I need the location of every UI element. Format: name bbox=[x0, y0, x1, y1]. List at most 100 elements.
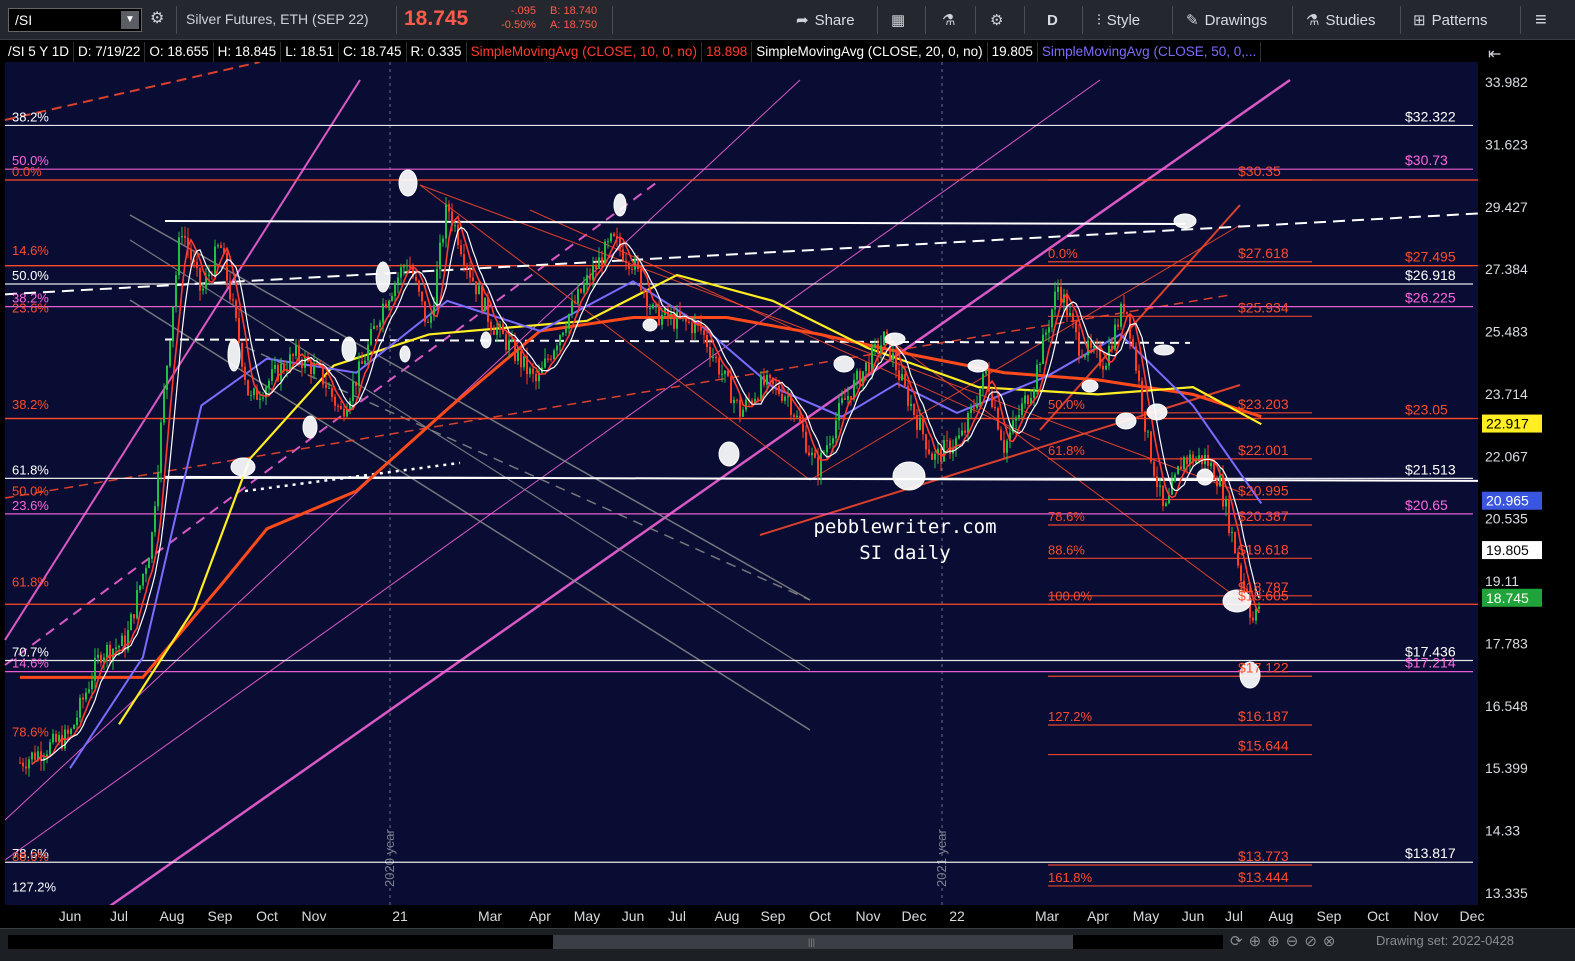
share-button[interactable]: ➦ Share bbox=[796, 9, 855, 31]
flask-button[interactable]: ⚗ bbox=[942, 9, 955, 31]
hamburger-icon: ≡ bbox=[1535, 8, 1547, 31]
ask-value: A: 18.750 bbox=[550, 19, 598, 31]
gear-icon: ⚙ bbox=[990, 12, 1004, 29]
zoom-reset-icon[interactable]: ⊗ bbox=[1323, 932, 1336, 950]
candle-body bbox=[67, 729, 69, 734]
candle-body bbox=[733, 399, 735, 404]
annotation-oval bbox=[341, 336, 357, 362]
candle-body bbox=[967, 412, 969, 433]
candle-body bbox=[1003, 440, 1005, 453]
period-button[interactable]: D bbox=[1047, 9, 1058, 31]
candle-body bbox=[421, 291, 423, 302]
symbol-settings-gear-icon[interactable]: ⚙ bbox=[150, 10, 168, 28]
symbol-input[interactable]: /SI ▼ bbox=[8, 8, 142, 32]
candle-body bbox=[115, 647, 117, 649]
candle-body bbox=[994, 406, 996, 409]
level-price-label: $25.934 bbox=[1238, 299, 1289, 315]
candle-body bbox=[1015, 417, 1017, 421]
candle-body bbox=[403, 266, 405, 268]
candle-body bbox=[487, 297, 489, 322]
level-price-label: $22.001 bbox=[1238, 442, 1289, 458]
x-tick-label: Dec bbox=[1460, 908, 1485, 924]
candle-body bbox=[1039, 364, 1041, 366]
zoom-in-icon[interactable]: ⊕ bbox=[1267, 932, 1280, 950]
candle-body bbox=[970, 407, 972, 413]
candle-body bbox=[835, 420, 837, 439]
settings-button[interactable]: ⚙ bbox=[990, 9, 1003, 31]
study-info-bar: /SI 5 Y 1D D: 7/19/22 O: 18.655 H: 18.84… bbox=[4, 42, 1262, 62]
scroll-track[interactable]: ||| bbox=[8, 935, 1223, 949]
x-tick-label: 22 bbox=[949, 908, 965, 924]
drawings-label: Drawings bbox=[1204, 11, 1268, 29]
studies-flask-icon: ⚗ bbox=[1306, 12, 1320, 29]
pan-icon[interactable]: ⟳ bbox=[1230, 932, 1243, 950]
candle-body bbox=[208, 274, 210, 277]
candle-body bbox=[724, 370, 726, 375]
candle-body bbox=[1072, 313, 1074, 322]
price-chart[interactable]: 2020 year 2021 year pebblewriter.com SI dai… bbox=[0, 40, 1575, 928]
candle-body bbox=[139, 585, 141, 591]
x-tick-label: Jun bbox=[622, 908, 645, 924]
candle-body bbox=[550, 358, 552, 360]
patterns-button[interactable]: ⊞ Patterns bbox=[1413, 9, 1487, 31]
candle-body bbox=[1042, 334, 1044, 365]
sma50-label[interactable]: SimpleMovingAvg (CLOSE, 50, 0,... bbox=[1037, 42, 1262, 62]
candle-body bbox=[136, 590, 138, 619]
candle-body bbox=[394, 283, 396, 296]
candle-body bbox=[163, 389, 165, 423]
instrument-description: Silver Futures, ETH (SEP 22) bbox=[186, 11, 369, 27]
level-price-label: $13.444 bbox=[1238, 869, 1289, 885]
fib-extension-label: 61.8% bbox=[1048, 443, 1085, 458]
top-toolbar: /SI ▼ ⚙ Silver Futures, ETH (SEP 22) 18.… bbox=[0, 0, 1575, 40]
candle-body bbox=[793, 414, 795, 417]
grid-layout-button[interactable]: ▦ bbox=[891, 9, 905, 31]
scroll-thumb[interactable]: ||| bbox=[553, 935, 1073, 949]
fib-percent-label: 50.0% bbox=[12, 483, 49, 498]
level-price-label: $23.05 bbox=[1405, 402, 1448, 418]
drawing-pen-icon: ✎ bbox=[1186, 12, 1199, 29]
candle-body bbox=[628, 262, 630, 269]
candle-body bbox=[925, 434, 927, 450]
candle-body bbox=[1057, 286, 1059, 292]
candle-body bbox=[934, 453, 936, 460]
candle-body bbox=[907, 385, 909, 406]
style-button[interactable]: ⫶ Style bbox=[1097, 9, 1140, 31]
chevron-down-icon[interactable]: ▼ bbox=[121, 11, 139, 29]
chart-area[interactable]: 2020 year 2021 year pebblewriter.com SI dai… bbox=[0, 40, 1575, 928]
sma10-label[interactable]: SimpleMovingAvg (CLOSE, 10, 0, no) bbox=[466, 42, 702, 62]
studies-button[interactable]: ⚗ Studies bbox=[1306, 9, 1376, 31]
y-tick-label: 29.427 bbox=[1485, 199, 1528, 215]
candle-body bbox=[1231, 532, 1233, 534]
divider bbox=[176, 6, 177, 34]
candle-body bbox=[577, 288, 579, 304]
annotation-oval bbox=[230, 457, 256, 477]
last-price: 18.745 bbox=[404, 7, 469, 30]
level-price-label: $17.214 bbox=[1405, 655, 1456, 671]
cursor-mode-icon[interactable]: ⇤ bbox=[1488, 44, 1510, 66]
crosshair-icon[interactable]: ⊕ bbox=[1249, 932, 1262, 950]
annotation-oval bbox=[1173, 213, 1197, 229]
watermark-text: SI daily bbox=[859, 542, 951, 564]
candle-body bbox=[757, 398, 759, 400]
annotation-oval bbox=[833, 355, 855, 373]
candle-body bbox=[1159, 485, 1161, 487]
candle-body bbox=[169, 341, 171, 366]
sma20-label[interactable]: SimpleMovingAvg (CLOSE, 20, 0, no) bbox=[752, 42, 988, 62]
candle-body bbox=[1210, 462, 1212, 466]
zoom-fit-icon[interactable]: ⊘ bbox=[1304, 932, 1317, 950]
candle-body bbox=[973, 407, 975, 409]
candle-body bbox=[355, 381, 357, 386]
x-tick-label: Aug bbox=[160, 908, 185, 924]
candle-body bbox=[184, 236, 186, 238]
candle-body bbox=[991, 391, 993, 407]
candle-body bbox=[1051, 309, 1053, 328]
drawings-button[interactable]: ✎ Drawings bbox=[1186, 9, 1267, 31]
candle-body bbox=[259, 398, 261, 400]
menu-button[interactable]: ≡ bbox=[1535, 9, 1547, 31]
y-tick-label: 17.783 bbox=[1485, 635, 1528, 651]
divider bbox=[1292, 6, 1293, 34]
x-tick-label: Sep bbox=[208, 908, 233, 924]
candle-body bbox=[1105, 365, 1107, 370]
zoom-out-icon[interactable]: ⊖ bbox=[1286, 932, 1299, 950]
level-price-label: $30.73 bbox=[1405, 152, 1448, 168]
